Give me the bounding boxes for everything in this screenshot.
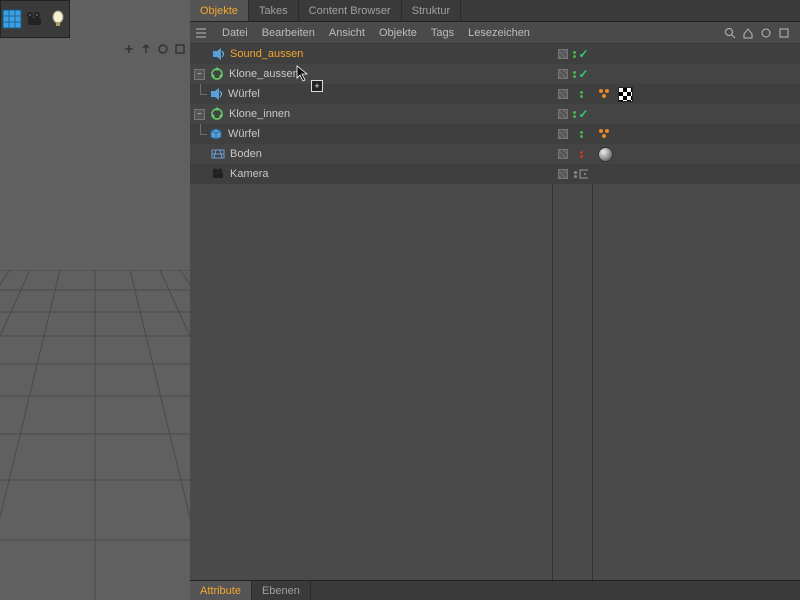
tree-empty-area[interactable] bbox=[190, 184, 800, 580]
viewport-mode-icon[interactable] bbox=[1, 1, 24, 37]
lock-icon[interactable] bbox=[760, 27, 772, 39]
menu-ansicht[interactable]: Ansicht bbox=[329, 27, 365, 39]
render-dots[interactable] bbox=[574, 147, 588, 161]
tab-struktur[interactable]: Struktur bbox=[402, 0, 462, 21]
cube-icon bbox=[208, 126, 224, 142]
camera-icon bbox=[210, 166, 226, 182]
sound-effector-icon bbox=[208, 86, 224, 102]
visibility-toggle[interactable] bbox=[556, 127, 570, 141]
render-dots[interactable] bbox=[574, 167, 588, 181]
tab-takes[interactable]: Takes bbox=[249, 0, 299, 21]
viewport-nav-icons bbox=[122, 42, 186, 55]
visibility-toggle[interactable] bbox=[556, 147, 570, 161]
tree-row-klone-aussen[interactable]: − Klone_aussen ✓ bbox=[190, 64, 800, 84]
texture-tag-icon[interactable] bbox=[616, 85, 634, 103]
maximize-icon[interactable] bbox=[778, 27, 790, 39]
collapse-icon[interactable]: − bbox=[194, 109, 205, 120]
tree-label: Klone_innen bbox=[229, 108, 290, 120]
tree-label: Boden bbox=[230, 148, 262, 160]
menu-bearbeiten[interactable]: Bearbeiten bbox=[262, 27, 315, 39]
camera-icon[interactable] bbox=[24, 1, 47, 37]
viewport-grid bbox=[0, 270, 190, 600]
floor-icon bbox=[210, 146, 226, 162]
home-icon[interactable] bbox=[742, 27, 754, 39]
tree-row-wuerfel-2[interactable]: Würfel bbox=[190, 124, 800, 144]
viewport-toolbar bbox=[0, 0, 70, 38]
visibility-toggle[interactable] bbox=[556, 47, 570, 61]
nav-icon-1[interactable] bbox=[122, 42, 135, 55]
visibility-toggle[interactable] bbox=[556, 107, 570, 121]
tab-ebenen[interactable]: Ebenen bbox=[252, 581, 311, 600]
bottom-tabbar: Attribute Ebenen bbox=[190, 580, 800, 600]
nav-icon-4[interactable] bbox=[173, 42, 186, 55]
effector-tag-icon[interactable] bbox=[596, 85, 614, 103]
tab-content-browser[interactable]: Content Browser bbox=[299, 0, 402, 21]
render-dots[interactable]: ✓ bbox=[574, 107, 588, 121]
tree-row-sound-aussen[interactable]: Sound_aussen ✓ bbox=[190, 44, 800, 64]
material-tag-icon[interactable] bbox=[596, 145, 614, 163]
tree-label: Kamera bbox=[230, 168, 269, 180]
sound-effector-icon bbox=[210, 46, 226, 62]
object-manager-panel: Objekte Takes Content Browser Struktur D… bbox=[190, 0, 800, 580]
tree-row-klone-innen[interactable]: − Klone_innen ✓ bbox=[190, 104, 800, 124]
object-hierarchy: Sound_aussen ✓ − Klone_aussen ✓ bbox=[190, 44, 800, 184]
visibility-toggle[interactable] bbox=[556, 167, 570, 181]
visibility-toggle[interactable] bbox=[556, 87, 570, 101]
render-dots[interactable]: ✓ bbox=[574, 47, 588, 61]
panel-tabbar: Objekte Takes Content Browser Struktur bbox=[190, 0, 800, 22]
tree-label: Sound_aussen bbox=[230, 48, 303, 60]
tab-objekte[interactable]: Objekte bbox=[190, 0, 249, 21]
light-icon[interactable] bbox=[46, 1, 69, 37]
hamburger-icon[interactable] bbox=[194, 27, 208, 39]
effector-tag-icon[interactable] bbox=[596, 125, 614, 143]
search-icon[interactable] bbox=[724, 27, 736, 39]
render-dots[interactable] bbox=[574, 127, 588, 141]
render-dots[interactable] bbox=[574, 87, 588, 101]
menu-datei[interactable]: Datei bbox=[222, 27, 248, 39]
tree-label: Klone_aussen bbox=[229, 68, 299, 80]
menu-lesezeichen[interactable]: Lesezeichen bbox=[468, 27, 530, 39]
nav-icon-3[interactable] bbox=[156, 42, 169, 55]
tree-row-wuerfel-1[interactable]: Würfel bbox=[190, 84, 800, 104]
tree-label: Würfel bbox=[228, 128, 260, 140]
cloner-icon bbox=[209, 106, 225, 122]
tab-attribute[interactable]: Attribute bbox=[190, 581, 252, 600]
panel-menubar: Datei Bearbeiten Ansicht Objekte Tags Le… bbox=[190, 22, 800, 44]
tree-row-boden[interactable]: Boden bbox=[190, 144, 800, 164]
tree-label: Würfel bbox=[228, 88, 260, 100]
menu-objekte[interactable]: Objekte bbox=[379, 27, 417, 39]
menu-tags[interactable]: Tags bbox=[431, 27, 454, 39]
viewport[interactable] bbox=[0, 0, 190, 600]
collapse-icon[interactable]: − bbox=[194, 69, 205, 80]
nav-icon-2[interactable] bbox=[139, 42, 152, 55]
render-dots[interactable]: ✓ bbox=[574, 67, 588, 81]
visibility-toggle[interactable] bbox=[556, 67, 570, 81]
cloner-icon bbox=[209, 66, 225, 82]
tree-row-kamera[interactable]: Kamera bbox=[190, 164, 800, 184]
